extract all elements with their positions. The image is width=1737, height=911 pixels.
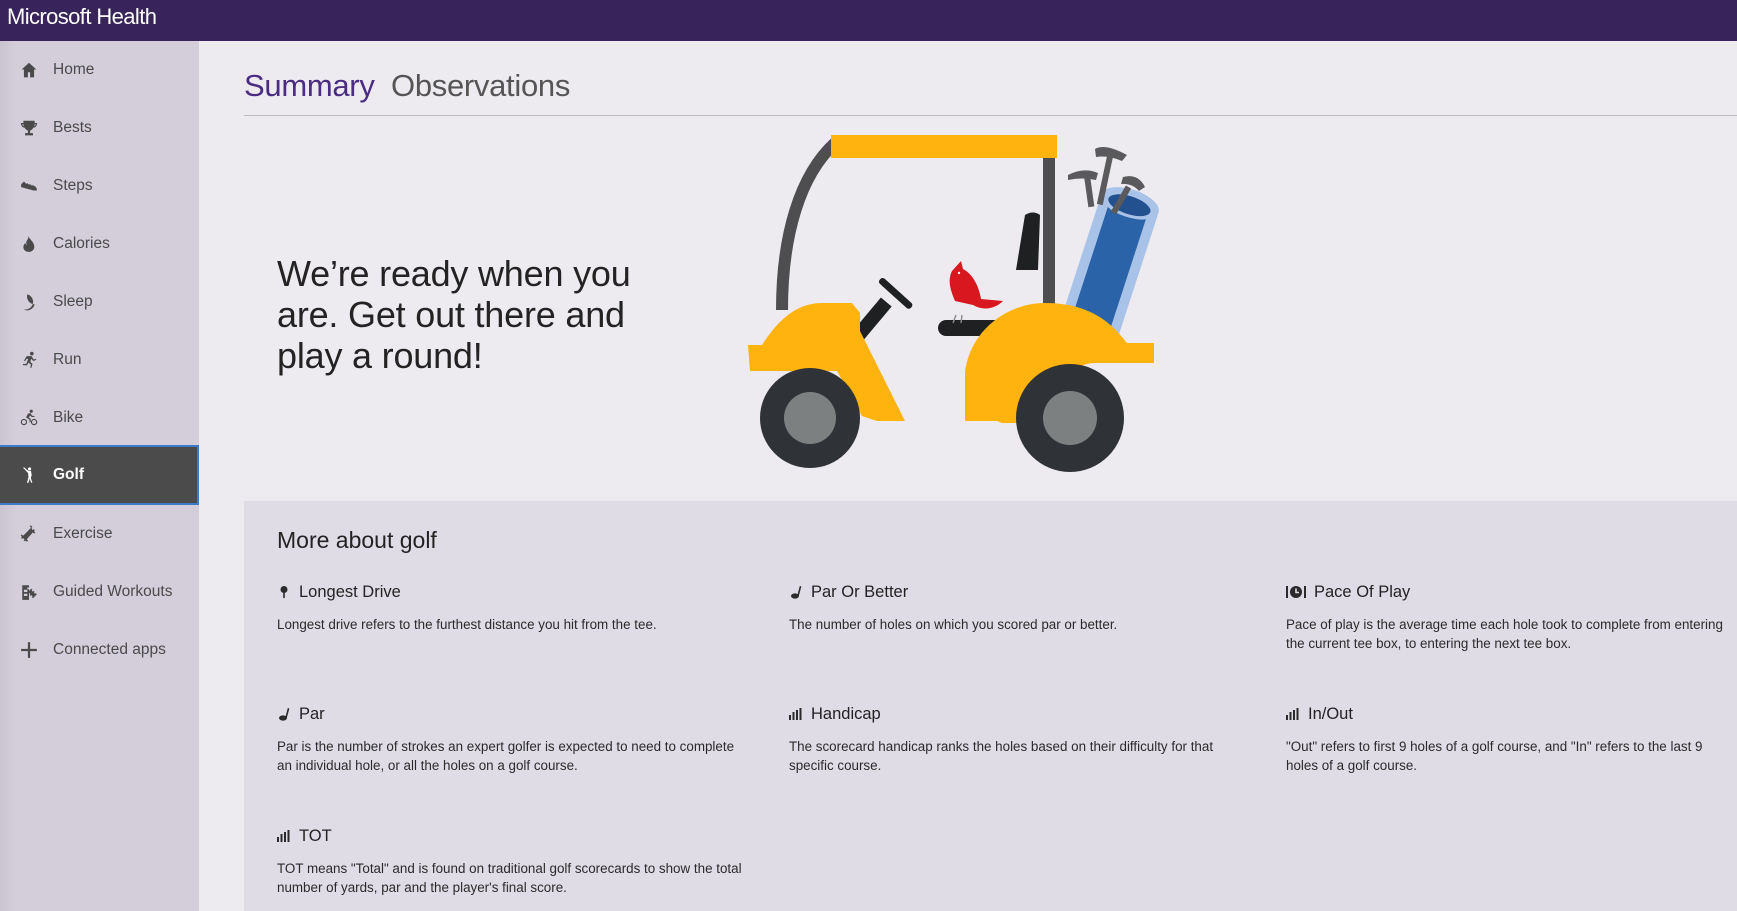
sidebar-item-label: Golf [53, 466, 84, 483]
term-par: Par Par is the number of strokes an expe… [277, 703, 737, 775]
shoe-icon [18, 175, 40, 197]
term-description: Pace of play is the average time each ho… [1286, 617, 1723, 651]
trophy-icon [18, 117, 40, 139]
tab-summary[interactable]: Summary [244, 68, 375, 104]
term-description: Par is the number of strokes an expert g… [277, 739, 735, 773]
sidebar-item-label: Sleep [53, 293, 93, 310]
golf-club-icon [789, 585, 803, 599]
sidebar-item-run[interactable]: Run [0, 331, 199, 389]
guided-workout-icon [18, 581, 40, 603]
flame-icon [18, 233, 40, 255]
sidebar-item-home[interactable]: Home [0, 41, 199, 99]
term-description: The scorecard handicap ranks the holes b… [789, 739, 1214, 773]
term-description: The number of holes on which you scored … [789, 617, 1118, 632]
front-wheel [760, 368, 860, 468]
app-header: Microsoft Health [0, 0, 1737, 41]
sidebar-item-label: Home [53, 61, 95, 78]
sidebar: Home Bests Steps Calories Sleep Run Bike… [0, 41, 199, 911]
sidebar-item-sleep[interactable]: Sleep [0, 273, 199, 331]
term-name: Par Or Better [811, 582, 909, 601]
cart-roof [831, 135, 1057, 158]
sidebar-item-calories[interactable]: Calories [0, 215, 199, 273]
sidebar-item-label: Bests [53, 119, 92, 136]
sidebar-item-label: Calories [53, 235, 110, 252]
cyclist-icon [18, 407, 40, 429]
sidebar-item-bests[interactable]: Bests [0, 99, 199, 157]
term-handicap: Handicap The scorecard handicap ranks th… [789, 703, 1249, 775]
sidebar-item-connected-apps[interactable]: Connected apps [0, 621, 199, 679]
term-longest-drive: Longest Drive Longest drive refers to th… [277, 581, 737, 634]
bar-chart-icon [277, 829, 291, 843]
plus-icon [18, 639, 40, 661]
sidebar-item-label: Run [53, 351, 82, 368]
cart-front-post [776, 138, 840, 311]
sidebar-item-label: Steps [53, 177, 93, 194]
term-name: TOT [299, 826, 332, 845]
rear-wheel [1016, 364, 1124, 472]
term-name: In/Out [1308, 704, 1353, 723]
sidebar-item-label: Bike [53, 409, 84, 426]
term-description: TOT means "Total" and is found on tradit… [277, 861, 742, 895]
bar-chart-icon [1286, 707, 1300, 721]
home-icon [18, 59, 40, 81]
sidebar-item-steps[interactable]: Steps [0, 157, 199, 215]
sidebar-item-label: Exercise [53, 525, 113, 542]
sidebar-item-label: Guided Workouts [53, 583, 173, 600]
bar-chart-icon [789, 707, 803, 721]
cart-rear-post [1043, 153, 1055, 323]
term-name: Par [299, 704, 325, 723]
cardinal-bird [949, 261, 1003, 324]
term-pace-of-play: Pace Of Play Pace of play is the average… [1286, 581, 1737, 653]
cart-seat-back [1016, 212, 1040, 270]
term-in-out: In/Out "Out" refers to first 9 holes of … [1286, 703, 1737, 775]
sidebar-item-golf[interactable]: Golf [0, 445, 199, 505]
term-name: Longest Drive [299, 582, 401, 601]
term-description: Longest drive refers to the furthest dis… [277, 617, 657, 632]
term-par-or-better: Par Or Better The number of holes on whi… [789, 581, 1249, 634]
term-name: Pace Of Play [1314, 582, 1411, 601]
clock-icon [1286, 585, 1306, 599]
term-name: Handicap [811, 704, 881, 723]
tabs-divider [244, 115, 1737, 116]
golfer-icon [18, 464, 40, 486]
golf-club-icon [277, 707, 291, 721]
sidebar-item-bike[interactable]: Bike [0, 389, 199, 447]
app-title: Microsoft Health [7, 4, 157, 29]
sidebar-item-exercise[interactable]: Exercise [0, 505, 199, 563]
moon-icon [18, 291, 40, 313]
more-about-golf-title: More about golf [277, 527, 437, 553]
sidebar-item-label: Connected apps [53, 641, 166, 658]
hero-message: We’re ready when you are. Get out there … [277, 253, 631, 376]
sidebar-item-guided-workouts[interactable]: Guided Workouts [0, 563, 199, 621]
tab-observations[interactable]: Observations [391, 68, 570, 104]
term-tot: TOT TOT means "Total" and is found on tr… [277, 825, 757, 897]
runner-icon [18, 349, 40, 371]
golf-cart-illustration [748, 135, 1159, 472]
term-description: "Out" refers to first 9 holes of a golf … [1286, 739, 1703, 773]
golf-tee-icon [277, 585, 291, 599]
dumbbell-icon [18, 523, 40, 545]
